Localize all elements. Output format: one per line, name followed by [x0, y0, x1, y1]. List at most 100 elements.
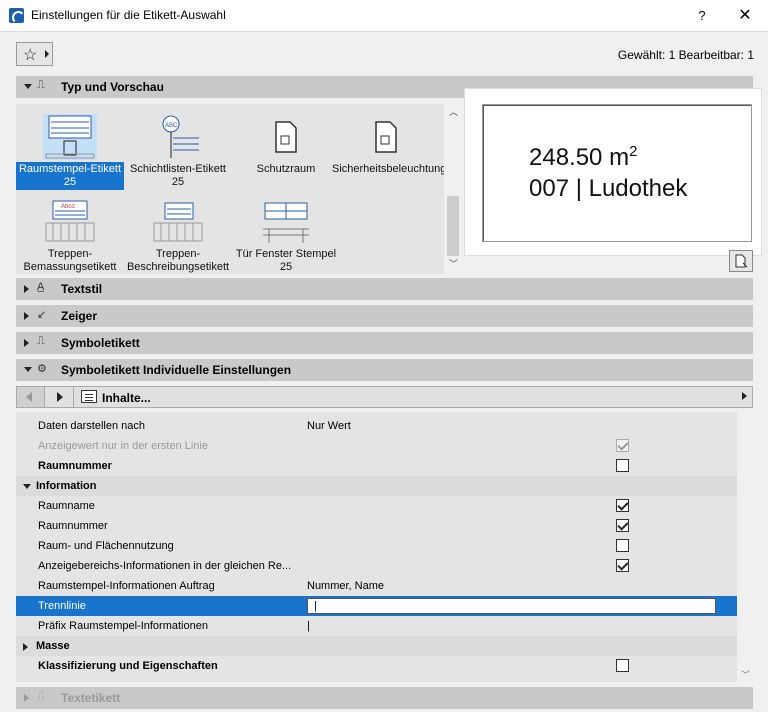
scroll-up-icon[interactable]: ︿	[449, 108, 458, 117]
table-row[interactable]: Raumname	[16, 496, 737, 516]
section-label: Symboletikett	[61, 336, 140, 350]
table-row[interactable]: Raumnummer	[16, 456, 737, 476]
window-title: Einstellungen für die Etikett-Auswahl	[31, 8, 226, 22]
label-type-gallery[interactable]: Raumstempel-Etikett 25 ABC Schichtlisten…	[16, 104, 444, 274]
row-value[interactable]: |	[307, 620, 310, 632]
grid-scrollbar[interactable]: ﹀	[738, 412, 753, 682]
title-bar: Einstellungen für die Etikett-Auswahl ? …	[0, 0, 768, 32]
row-value[interactable]: Nur Wert	[307, 420, 351, 432]
door-window-thumbnail-icon	[259, 199, 313, 245]
preview-canvas: 248.50 m2 007 | Ludothek	[482, 104, 752, 242]
preview-room-value: 007 | Ludothek	[529, 175, 688, 202]
gallery-item-schutzraum[interactable]: Schutzraum	[232, 114, 340, 177]
content-dropdown[interactable]: Inhalte...	[75, 387, 753, 407]
table-row[interactable]: Präfix Raumstempel-Informationen |	[16, 616, 737, 636]
symbol-label-icon: ⎍	[37, 335, 45, 347]
row-checkbox[interactable]	[616, 499, 629, 512]
pointer-icon: ↙	[37, 309, 47, 321]
table-row-selected[interactable]: Trennlinie |	[16, 596, 737, 616]
scroll-down-icon[interactable]: ﹀	[741, 668, 750, 681]
collapse-icon	[23, 484, 31, 489]
close-button[interactable]: ✕	[734, 5, 756, 27]
previous-button[interactable]	[17, 387, 45, 407]
gallery-item-sicherheit[interactable]: Sicherheitsbeleuchtungsetikett	[332, 114, 444, 177]
table-row[interactable]: Daten darstellen nach Nur Wert	[16, 416, 737, 436]
selection-info: Gewählt: 1 Bearbeitbar: 1	[617, 48, 754, 62]
row-name: Raumnummer	[38, 520, 108, 532]
gallery-item-treppen-bemassung[interactable]: Abcd Treppen-Bemassungsetikett 25	[16, 199, 124, 274]
row-name: Anzeigebereichs-Informationen in der gle…	[38, 560, 292, 572]
row-checkbox	[616, 439, 629, 452]
table-row[interactable]: Anzeigewert nur in der ersten Linie	[16, 436, 737, 456]
app-icon	[9, 8, 25, 24]
stair-dimension-thumbnail-icon: Abcd	[43, 199, 97, 245]
preview-area: 248.50 m2 007 | Ludothek	[464, 88, 762, 256]
section-symboletikett[interactable]: ⎍ Symboletikett	[16, 332, 753, 354]
schichtlisten-thumbnail-icon: ABC	[151, 114, 205, 160]
list-icon	[81, 390, 97, 403]
dropdown-icon	[45, 50, 49, 58]
section-textstil[interactable]: A̲ Textstil	[16, 278, 753, 300]
next-button[interactable]	[46, 387, 74, 407]
section-symbol-individuell[interactable]: ⚙ Symboletikett Individuelle Einstellung…	[16, 359, 753, 381]
preview-area-value: 248.50 m2	[529, 143, 638, 171]
raumstempel-thumbnail-icon	[43, 114, 97, 160]
gallery-label: Tür Fenster Stempel 25	[235, 248, 337, 273]
section-label: Zeiger	[61, 309, 98, 323]
table-row[interactable]: Anzeigebereichs-Informationen in der gle…	[16, 556, 737, 576]
table-row[interactable]: Raumstempel-Informationen Auftrag Nummer…	[16, 576, 737, 596]
group-row-masse[interactable]: Masse	[16, 636, 737, 656]
help-button[interactable]: ?	[692, 6, 712, 26]
svg-text:Abcd: Abcd	[61, 204, 75, 210]
row-checkbox[interactable]	[616, 659, 629, 672]
custom-settings-icon: ⚙	[37, 363, 47, 375]
table-row[interactable]: Raum- und Flächennutzung	[16, 536, 737, 556]
row-name: Daten darstellen nach	[38, 420, 146, 432]
content-dropdown-label: Inhalte...	[102, 391, 151, 405]
row-name: Trennlinie	[38, 600, 86, 612]
gallery-label: Schutzraum	[256, 163, 316, 175]
section-label: Textetikett	[61, 691, 121, 705]
dropdown-arrow-icon	[742, 392, 747, 400]
section-label: Textstil	[61, 282, 103, 296]
gallery-label: Schichtlisten-Etikett 25	[130, 163, 226, 188]
table-row[interactable]: Raumnummer	[16, 516, 737, 536]
expand-icon	[24, 285, 29, 293]
row-name: Klassifizierung und Eigenschaften	[38, 660, 218, 672]
row-name: Anzeigewert nur in der ersten Linie	[38, 440, 208, 452]
preview-options-icon	[735, 254, 748, 268]
star-icon: ☆	[23, 47, 38, 64]
gallery-item-treppen-beschreibung[interactable]: Treppen-Beschreibungsetikett 25	[124, 199, 232, 274]
row-checkbox[interactable]	[616, 519, 629, 532]
row-name: Raumstempel-Informationen Auftrag	[38, 580, 215, 592]
scroll-down-icon[interactable]: ﹀	[449, 260, 458, 269]
row-value[interactable]: Nummer, Name	[307, 580, 384, 592]
gallery-item-schichtlisten[interactable]: ABC Schichtlisten-Etikett 25	[124, 114, 232, 190]
expand-icon	[23, 643, 28, 651]
gallery-label: Treppen-Bemassungsetikett 25	[23, 248, 117, 273]
gallery-item-raumstempel[interactable]: Raumstempel-Etikett 25	[16, 114, 124, 190]
row-checkbox[interactable]	[616, 539, 629, 552]
gallery-item-tuer-fenster[interactable]: Tür Fenster Stempel 25	[232, 199, 340, 274]
expand-icon	[24, 339, 29, 347]
group-row-information[interactable]: Information	[16, 476, 737, 496]
svg-text:ABC: ABC	[165, 123, 178, 129]
gallery-scrollbar[interactable]: ︿ ﹀	[446, 104, 460, 274]
scroll-thumb[interactable]	[447, 196, 459, 256]
stair-description-thumbnail-icon	[151, 199, 205, 245]
collapse-icon	[24, 84, 32, 89]
document-icon	[259, 114, 313, 160]
text-label-icon: ⎍	[37, 690, 45, 702]
row-checkbox[interactable]	[616, 459, 629, 472]
preview-options-button[interactable]	[729, 250, 753, 272]
document-icon	[359, 114, 413, 160]
trennlinie-input[interactable]: |	[307, 598, 716, 614]
property-grid: Daten darstellen nach Nur Wert Anzeigewe…	[16, 412, 737, 682]
section-zeiger[interactable]: ↙ Zeiger	[16, 305, 753, 327]
table-row[interactable]: Klassifizierung und Eigenschaften	[16, 656, 737, 676]
content-toolbar: Inhalte...	[16, 386, 753, 408]
expand-icon	[24, 312, 29, 320]
favorites-button[interactable]: ☆	[16, 42, 53, 66]
row-name: Information	[36, 480, 97, 492]
row-checkbox[interactable]	[616, 559, 629, 572]
